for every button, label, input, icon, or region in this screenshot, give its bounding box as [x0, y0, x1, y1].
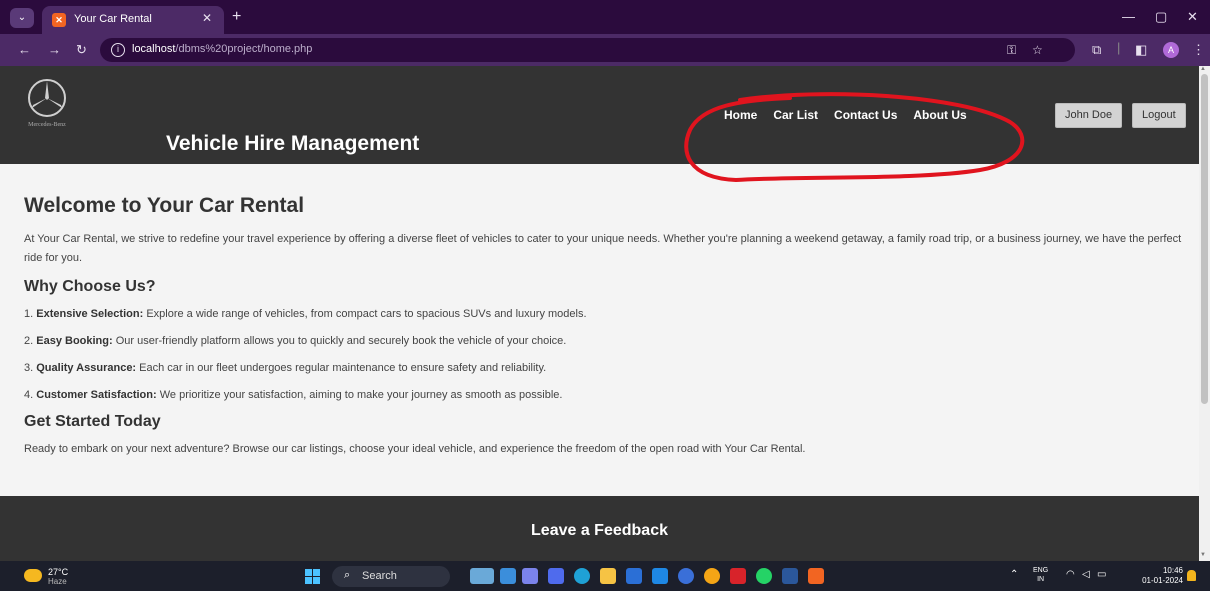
taskbar-search[interactable]: ⌕ Search [332, 566, 450, 587]
get-started-heading: Get Started Today [24, 413, 161, 430]
feedback-section: Leave a Feedback [0, 496, 1199, 561]
page-scrollbar[interactable]: ▲ ▼ [1199, 66, 1210, 561]
reload-icon[interactable]: ↻ [76, 42, 87, 58]
volume-icon[interactable]: ◁ [1082, 569, 1090, 580]
page-viewport: Mercedes-Benz Vehicle Hire Management Ho… [0, 66, 1199, 561]
browser-tab-bar: ⌄ ✕ Your Car Rental ✕ + — ▢ ✕ [0, 0, 1210, 34]
microsoft-store-icon[interactable] [626, 568, 642, 584]
scroll-down-icon[interactable]: ▼ [1200, 552, 1206, 558]
list-item: 2. Easy Booking: Our user-friendly platf… [24, 335, 567, 347]
tab-title: Your Car Rental [74, 13, 152, 25]
user-button[interactable]: John Doe [1055, 103, 1123, 128]
back-icon[interactable]: ← [18, 42, 31, 57]
why-choose-heading: Why Choose Us? [24, 278, 156, 295]
toolbar-divider: | [1117, 40, 1121, 55]
logo-text: Mercedes-Benz [28, 122, 66, 128]
minimize-icon[interactable]: — [1122, 9, 1135, 24]
more-menu-icon[interactable]: ⋮ [1192, 42, 1205, 58]
main-content: Welcome to Your Car Rental At Your Car R… [24, 194, 1194, 459]
red-annotation-circle [684, 92, 1025, 182]
list-item: 4. Customer Satisfaction: We prioritize … [24, 389, 563, 401]
widgets-app-icon[interactable] [470, 568, 494, 584]
search-label: Search [362, 570, 397, 582]
windows-taskbar: 27°C Haze ⌕ Search ⌃ ENG IN ◠ ◁ ▭ 10:46 … [0, 561, 1210, 591]
forward-icon[interactable]: → [48, 42, 61, 57]
xampp-app-icon[interactable] [808, 568, 824, 584]
bookmark-star-icon[interactable]: ☆ [1032, 43, 1043, 57]
taskbar-clock[interactable]: 10:46 01-01-2024 [1127, 566, 1183, 586]
task-view-icon[interactable] [500, 568, 516, 584]
list-item: 1. Extensive Selection: Explore a wide r… [24, 308, 587, 320]
search-icon: ⌕ [344, 569, 351, 581]
feedback-title: Leave a Feedback [531, 522, 668, 539]
mercedes-star-icon [28, 79, 66, 117]
list-item: 3. Quality Assurance: Each car in our fl… [24, 362, 547, 374]
intro-paragraph: At Your Car Rental, we strive to redefin… [24, 233, 1182, 264]
meet-app-icon[interactable] [522, 568, 538, 584]
extensions-icon[interactable]: ⧉ [1092, 42, 1101, 58]
tray-chevron-icon[interactable]: ⌃ [1010, 569, 1018, 580]
notification-bell-icon[interactable] [1187, 570, 1196, 581]
battery-icon[interactable]: ▭ [1097, 569, 1106, 580]
browser-tab[interactable]: ✕ Your Car Rental ✕ [42, 6, 224, 34]
logout-button[interactable]: Logout [1132, 103, 1186, 128]
close-window-icon[interactable]: ✕ [1187, 9, 1198, 25]
xampp-favicon-icon: ✕ [52, 13, 66, 27]
wifi-icon[interactable]: ◠ [1066, 569, 1075, 580]
language-indicator[interactable]: ENG IN [1033, 566, 1048, 584]
site-info-icon[interactable]: i [111, 43, 125, 57]
whatsapp-app-icon[interactable] [756, 568, 772, 584]
mercedes-logo[interactable]: Mercedes-Benz [22, 78, 72, 130]
scroll-up-icon[interactable]: ▲ [1200, 66, 1206, 72]
file-explorer-icon[interactable] [600, 568, 616, 584]
get-started-paragraph: Ready to embark on your next adventure? … [24, 443, 806, 455]
new-tab-icon[interactable]: + [232, 9, 241, 25]
windows-start-icon[interactable] [305, 569, 320, 584]
url-text[interactable]: localhost/dbms%20project/home.php [132, 43, 312, 55]
tab-close-icon[interactable]: ✕ [202, 11, 212, 25]
site-header: Mercedes-Benz Vehicle Hire Management Ho… [0, 66, 1199, 182]
mcafee-app-icon[interactable] [730, 568, 746, 584]
mysql-workbench-icon[interactable] [652, 568, 668, 584]
welcome-heading: Welcome to Your Car Rental [24, 194, 305, 217]
scroll-thumb[interactable] [1201, 74, 1208, 404]
restore-icon[interactable]: ▢ [1155, 9, 1167, 25]
tab-search-icon[interactable]: ⌄ [10, 8, 34, 28]
edge-browser-icon[interactable] [574, 568, 590, 584]
password-key-icon[interactable]: ⚿ [1007, 43, 1016, 58]
teams-app-icon[interactable] [548, 568, 564, 584]
side-panel-icon[interactable]: ◧ [1135, 42, 1147, 58]
browser-toolbar: ← → ↻ i localhost/dbms%20project/home.ph… [0, 34, 1210, 66]
weather-temperature[interactable]: 27°C [48, 567, 68, 577]
address-bar[interactable]: i localhost/dbms%20project/home.php ⚿ ☆ [100, 38, 1075, 62]
weather-haze-icon[interactable] [24, 569, 42, 582]
word-app-icon[interactable] [782, 568, 798, 584]
copilot-app-icon[interactable] [678, 568, 694, 584]
site-title: Vehicle Hire Management [166, 132, 420, 155]
weather-description[interactable]: Haze [48, 577, 67, 586]
profile-avatar[interactable]: A [1163, 42, 1179, 58]
chrome-browser-icon[interactable] [704, 568, 720, 584]
